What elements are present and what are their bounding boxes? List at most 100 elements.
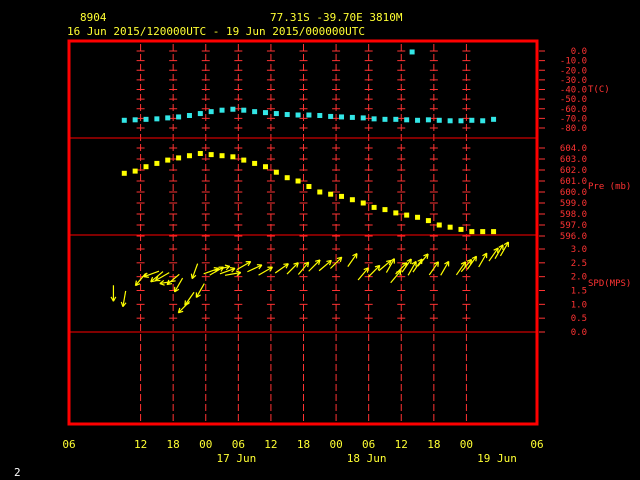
- wind-arrow: [357, 267, 369, 281]
- wind-arrow-shaft: [368, 265, 381, 278]
- wind-arrow-head: [190, 273, 193, 279]
- x-tick-label: 12: [134, 438, 147, 451]
- temperature-point: [458, 118, 464, 124]
- pressure-point: [241, 157, 247, 163]
- wind-arrow: [378, 259, 392, 272]
- pressure-point: [382, 207, 388, 213]
- y-tick-label: 598.0: [560, 210, 587, 220]
- temperature-point: [230, 106, 236, 112]
- y-tick-label: -50.0: [560, 95, 587, 105]
- y-axis-label: T(C): [588, 85, 610, 95]
- wind-arrow-head: [229, 267, 236, 269]
- wind-arrow: [440, 260, 450, 276]
- temperature-point: [415, 117, 421, 123]
- y-tick-label: -70.0: [560, 114, 587, 124]
- wind-arrow-head: [410, 258, 412, 265]
- temperature-point: [491, 116, 497, 122]
- y-tick-label: 601.0: [560, 177, 587, 187]
- temperature-point: [252, 109, 258, 115]
- station-id: 8904: [80, 11, 107, 24]
- wind-arrow: [308, 259, 321, 272]
- pressure-point: [230, 154, 236, 160]
- chart-canvas: 8904 77.31S -39.70E 3810M 16 Jun 2015/12…: [14, 11, 631, 479]
- pressure-point: [143, 164, 149, 170]
- wind-arrow: [258, 266, 273, 276]
- pressure-point: [262, 164, 268, 170]
- y-tick-label: 3.0: [571, 245, 587, 255]
- pressure-point: [393, 210, 399, 216]
- pressure-point: [404, 212, 410, 218]
- y-tick-label: 0.0: [571, 328, 587, 338]
- wind-arrow-head: [213, 267, 219, 269]
- wind-arrow: [247, 264, 263, 273]
- pressure-point: [306, 184, 312, 189]
- x-day-label: 17 Jun: [216, 452, 256, 465]
- x-tick-label: 06: [362, 438, 375, 451]
- pressure-point: [360, 200, 366, 206]
- pressure-point: [469, 229, 475, 235]
- wind-arrow-shaft: [378, 259, 392, 272]
- temperature-point: [436, 117, 442, 123]
- temperature-point: [404, 117, 410, 123]
- wind-arrow-head: [224, 264, 230, 267]
- wind-arrow: [274, 263, 289, 274]
- temperature-point: [295, 112, 301, 118]
- wind-arrow: [173, 277, 184, 293]
- wind-arrow: [110, 285, 117, 302]
- temperature-point: [317, 112, 323, 118]
- temperature-point: [208, 109, 214, 115]
- temperature-point: [121, 117, 127, 123]
- y-tick-label: 603.0: [560, 155, 587, 165]
- y-tick-label: 2.0: [571, 273, 587, 283]
- wind-arrow: [120, 290, 127, 308]
- y-tick-label: -10.0: [560, 57, 587, 67]
- temperature-point: [186, 112, 192, 118]
- pressure-point: [273, 169, 279, 175]
- x-tick-label: 06: [232, 438, 245, 451]
- wind-arrow: [154, 272, 170, 282]
- temperature-point: [176, 114, 182, 120]
- temperature-point: [165, 115, 171, 121]
- y-tick-label: 604.0: [560, 144, 587, 154]
- y-tick-label: 599.0: [560, 199, 587, 209]
- y-tick-label: 0.5: [571, 314, 587, 324]
- temperature-point: [143, 116, 149, 122]
- temperature-point: [273, 111, 279, 117]
- x-tick-label: 06: [530, 438, 543, 451]
- temperature-point: [132, 117, 138, 123]
- pressure-point: [349, 197, 355, 203]
- pressure-point: [186, 153, 192, 159]
- pressure-point: [458, 226, 464, 232]
- wind-arrow-head: [437, 261, 440, 267]
- x-tick-label: 12: [264, 438, 277, 451]
- temperature-point: [339, 114, 345, 120]
- wind-arrow-shaft: [318, 259, 332, 272]
- pressure-point: [197, 151, 203, 156]
- temperature-point: [284, 112, 290, 118]
- temperature-point: [371, 116, 377, 122]
- y-tick-label: 602.0: [560, 166, 587, 176]
- wind-arrow-head: [120, 301, 124, 307]
- wind-arrow-shaft: [357, 267, 369, 281]
- temperature-point: [349, 114, 355, 120]
- x-tick-label: 18: [167, 438, 180, 451]
- temperature-point: [409, 49, 415, 55]
- y-tick-label: 597.0: [560, 221, 587, 231]
- pressure-point: [339, 193, 345, 199]
- temperature-point: [328, 113, 334, 119]
- wind-arrow-head: [143, 276, 149, 278]
- pressure-point: [208, 152, 214, 158]
- pressure-point: [121, 170, 127, 176]
- x-tick-label: 06: [62, 438, 75, 451]
- y-axis-label: Pre (mb): [588, 182, 631, 192]
- pressure-point: [295, 178, 301, 184]
- temperature-point: [382, 116, 388, 122]
- pressure-point: [154, 160, 160, 166]
- temperature-point: [447, 118, 453, 124]
- wind-arrow: [190, 263, 199, 280]
- y-tick-label: 0.0: [571, 47, 587, 57]
- y-tick-label: 1.5: [571, 287, 587, 297]
- temperature-point: [241, 107, 247, 113]
- wind-arrow-head: [475, 256, 478, 262]
- temperature-point: [306, 112, 312, 118]
